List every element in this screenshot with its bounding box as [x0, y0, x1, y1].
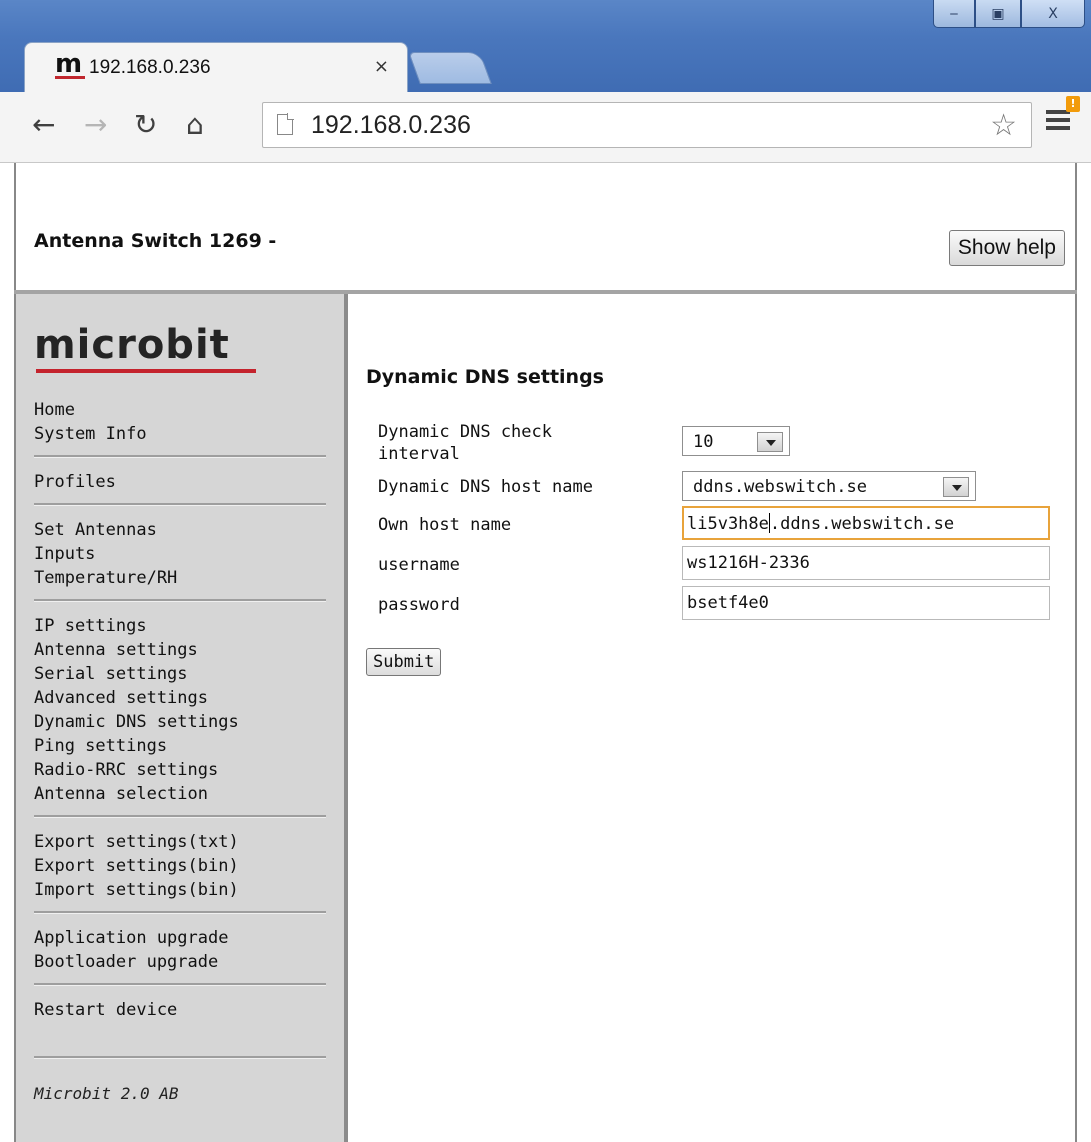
favicon-icon: m — [55, 49, 86, 79]
check-interval-select[interactable]: 10 — [682, 426, 790, 456]
nav-divider — [34, 1056, 326, 1059]
page-title: Antenna Switch 1269 - — [34, 230, 277, 252]
sidebar-item-import-settings-bin[interactable]: Import settings(bin) — [34, 878, 326, 902]
maximize-icon: ▣ — [991, 5, 1005, 22]
chevron-down-icon — [943, 477, 969, 497]
host-name-label: Dynamic DNS host name — [378, 477, 593, 497]
nav-divider — [34, 983, 326, 986]
check-interval-label-line1: Dynamic DNS check — [378, 422, 552, 442]
tab-close-icon[interactable]: × — [374, 56, 389, 77]
nav-divider — [34, 599, 326, 602]
check-interval-label: Dynamic DNS check interval — [378, 421, 552, 465]
minimize-icon: ‒ — [949, 5, 959, 22]
browser-menu-icon[interactable] — [1046, 110, 1070, 130]
nav-group-upgrade: Application upgrade Bootloader upgrade — [34, 926, 326, 974]
sidebar-item-bootloader-upgrade[interactable]: Bootloader upgrade — [34, 950, 326, 974]
sidebar-item-profiles[interactable]: Profiles — [34, 470, 326, 494]
sidebar-item-radio-rrc-settings[interactable]: Radio-RRC settings — [34, 758, 326, 782]
show-help-button[interactable]: Show help — [948, 230, 1065, 266]
sidebar-item-antenna-settings[interactable]: Antenna settings — [34, 638, 326, 662]
nav-group-profiles: Profiles — [34, 470, 326, 494]
own-host-value-suffix: .ddns.webswitch.se — [769, 514, 955, 534]
maximize-button[interactable]: ▣ — [975, 0, 1021, 28]
main-content: Dynamic DNS settings Dynamic DNS check i… — [348, 294, 1077, 1142]
bookmark-star-icon[interactable]: ☆ — [990, 108, 1017, 143]
nav-group-general: Home System Info — [34, 398, 326, 446]
sidebar-item-advanced-settings[interactable]: Advanced settings — [34, 686, 326, 710]
sidebar-item-export-settings-bin[interactable]: Export settings(bin) — [34, 854, 326, 878]
submit-button[interactable]: Submit — [366, 648, 442, 676]
back-arrow-icon[interactable]: ← — [32, 110, 55, 140]
browser-tab-active[interactable]: m 192.168.0.236 × — [24, 42, 408, 92]
sidebar-item-dynamic-dns-settings[interactable]: Dynamic DNS settings — [34, 710, 326, 734]
sidebar-item-export-settings-txt[interactable]: Export settings(txt) — [34, 830, 326, 854]
sidebar: microbit Home System Info Profiles Set A… — [14, 294, 344, 1142]
sidebar-item-system-info[interactable]: System Info — [34, 422, 326, 446]
nav-divider — [34, 911, 326, 914]
logo-underline — [36, 369, 256, 373]
close-window-button[interactable]: X — [1021, 0, 1085, 28]
sidebar-item-temperature-rh[interactable]: Temperature/RH — [34, 566, 326, 590]
username-value: ws1216H-2336 — [687, 553, 810, 573]
nav-group-settings: IP settings Antenna settings Serial sett… — [34, 614, 326, 806]
page-header: Antenna Switch 1269 - Show help — [14, 163, 1077, 291]
password-value: bsetf4e0 — [687, 593, 769, 613]
nav-divider — [34, 815, 326, 818]
username-label: username — [378, 555, 460, 575]
sidebar-item-set-antennas[interactable]: Set Antennas — [34, 518, 326, 542]
own-host-value-prefix: li5v3h8e — [687, 514, 769, 534]
own-host-label: Own host name — [378, 515, 512, 535]
sidebar-item-inputs[interactable]: Inputs — [34, 542, 326, 566]
check-interval-label-line2: interval — [378, 444, 460, 464]
home-icon[interactable]: ⌂ — [186, 110, 204, 140]
sidebar-item-ping-settings[interactable]: Ping settings — [34, 734, 326, 758]
nav-group-restart: Restart device — [34, 998, 326, 1022]
sidebar-item-antenna-selection[interactable]: Antenna selection — [34, 782, 326, 806]
nav-divider — [34, 503, 326, 506]
own-host-input[interactable]: li5v3h8e.ddns.webswitch.se — [682, 506, 1050, 540]
username-input[interactable]: ws1216H-2336 — [682, 546, 1050, 580]
check-interval-value: 10 — [693, 432, 714, 452]
browser-toolbar: ← → ↻ ⌂ 192.168.0.236 ☆ ! — [0, 92, 1091, 163]
password-input[interactable]: bsetf4e0 — [682, 586, 1050, 620]
sidebar-item-restart-device[interactable]: Restart device — [34, 998, 326, 1022]
address-bar-url: 192.168.0.236 — [311, 111, 471, 139]
close-icon: X — [1048, 5, 1058, 22]
host-name-select[interactable]: ddns.webswitch.se — [682, 471, 976, 501]
nav-group-export: Export settings(txt) Export settings(bin… — [34, 830, 326, 902]
sidebar-item-ip-settings[interactable]: IP settings — [34, 614, 326, 638]
address-bar[interactable]: 192.168.0.236 ☆ — [262, 102, 1032, 148]
host-name-value: ddns.webswitch.se — [693, 477, 867, 497]
forward-arrow-icon[interactable]: → — [84, 110, 107, 140]
update-badge-icon: ! — [1066, 96, 1080, 112]
password-label: password — [378, 595, 460, 615]
new-tab-button[interactable] — [408, 52, 492, 84]
reload-icon[interactable]: ↻ — [134, 110, 157, 140]
sidebar-item-application-upgrade[interactable]: Application upgrade — [34, 926, 326, 950]
sidebar-nav: Home System Info Profiles Set Antennas I… — [34, 398, 326, 1071]
minimize-button[interactable]: ‒ — [933, 0, 975, 28]
tab-title: 192.168.0.236 — [89, 57, 211, 78]
sidebar-item-serial-settings[interactable]: Serial settings — [34, 662, 326, 686]
copyright-text: Microbit 2.0 AB — [34, 1084, 179, 1103]
sidebar-item-home[interactable]: Home — [34, 398, 326, 422]
section-title: Dynamic DNS settings — [366, 366, 604, 388]
microbit-logo: microbit — [34, 322, 230, 368]
window-controls: ‒ ▣ X — [933, 0, 1085, 30]
page-icon — [277, 113, 294, 135]
chevron-down-icon — [757, 432, 783, 452]
nav-divider — [34, 455, 326, 458]
nav-group-control: Set Antennas Inputs Temperature/RH — [34, 518, 326, 590]
browser-titlebar: ‒ ▣ X m 192.168.0.236 × — [0, 0, 1091, 92]
